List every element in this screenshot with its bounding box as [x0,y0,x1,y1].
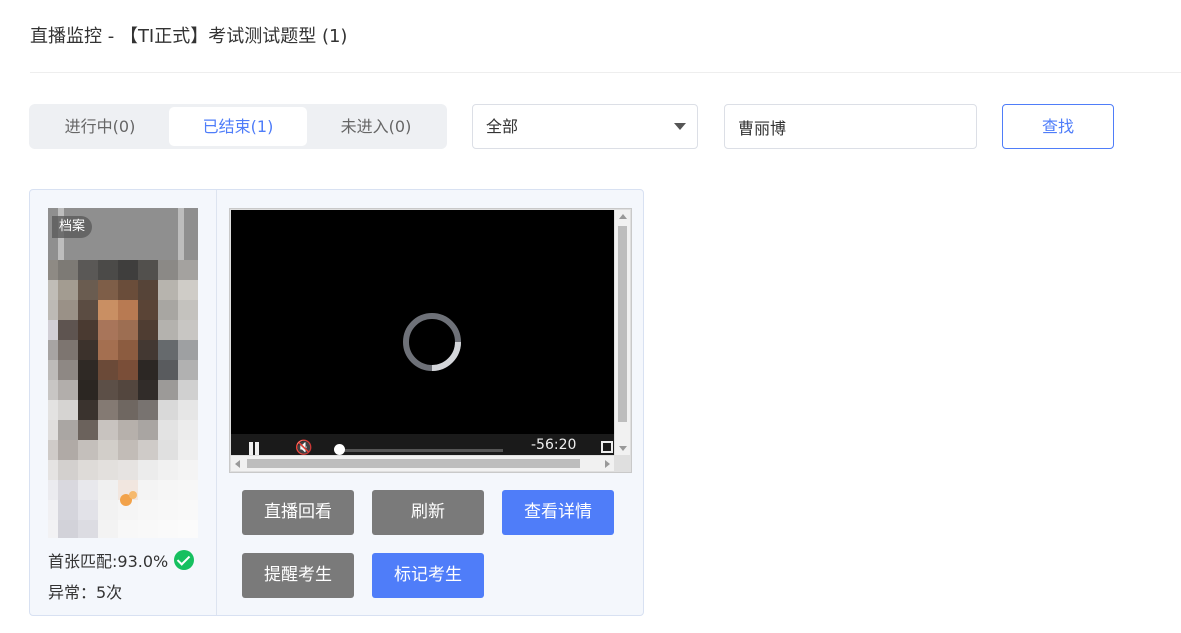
view-details-button[interactable]: 查看详情 [502,490,614,535]
vertical-scroll-thumb[interactable] [618,226,627,422]
filter-select-value: 全部 [486,117,519,136]
page-title: 直播监控 - 【TI正式】考试测试题型 (1) [30,26,348,47]
live-replay-button[interactable]: 直播回看 [242,490,354,535]
find-button[interactable]: 查找 [1002,104,1114,149]
pause-icon[interactable] [247,442,261,455]
archive-badge[interactable]: 档案 [52,216,93,238]
caret-down-icon [674,123,686,130]
tab-not-entered[interactable]: 未进入(0) [308,107,444,146]
filter-select[interactable]: 全部 [472,104,698,149]
scroll-right-icon[interactable] [605,460,610,468]
scroll-up-icon[interactable] [619,214,627,219]
candidate-photo-image [48,208,198,538]
tab-finished[interactable]: 已结束(1) [169,107,307,146]
scroll-left-icon[interactable] [235,460,240,468]
abnormal-count: 异常：5次 [48,583,123,602]
face-match-line: 首张匹配:93.0% [48,548,195,572]
check-circle-icon [174,550,195,570]
card-divider [216,190,217,615]
candidate-photo: 档案 [48,208,198,538]
remind-candidate-button[interactable]: 提醒考生 [242,553,354,598]
video-player[interactable]: 🔇 -56:20 [231,210,614,455]
face-match-text: 首张匹配:93.0% [48,552,169,571]
mute-icon[interactable]: 🔇 [295,440,312,455]
video-player-frame: 🔇 -56:20 [229,208,632,473]
vertical-scrollbar[interactable] [615,210,630,455]
refresh-button[interactable]: 刷新 [372,490,484,535]
status-tabs: 进行中(0) 已结束(1) 未进入(0) [29,104,447,149]
title-divider [30,72,1181,73]
fullscreen-icon[interactable] [601,441,613,453]
horizontal-scrollbar[interactable] [231,456,614,471]
mark-candidate-button[interactable]: 标记考生 [372,553,484,598]
video-controls: 🔇 -56:20 [231,434,614,455]
horizontal-scroll-thumb[interactable] [247,459,580,468]
search-input[interactable] [724,104,977,149]
tab-in-progress[interactable]: 进行中(0) [32,107,168,146]
scroll-down-icon[interactable] [619,446,627,451]
loading-spinner-icon [403,313,461,371]
time-readout: -56:20 [531,437,577,453]
candidate-card: 档案 首张匹配:93.0% 异常：5次 🔇 -56:20 直播回看 刷新 查看详… [29,189,644,616]
progress-knob[interactable] [334,444,345,455]
progress-track[interactable] [339,449,503,452]
